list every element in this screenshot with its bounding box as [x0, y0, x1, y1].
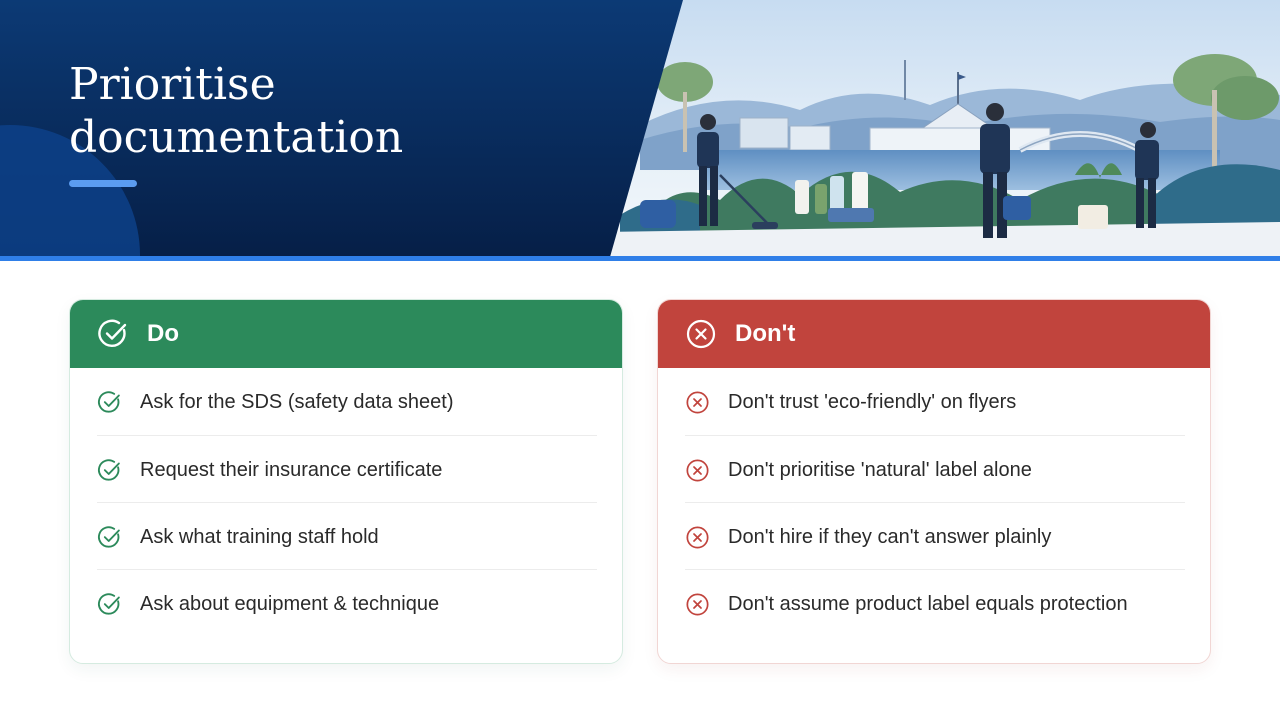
x-circle-icon — [686, 319, 716, 349]
dont-card-header: Don't — [658, 300, 1210, 368]
dont-card-heading: Don't — [735, 320, 796, 347]
dont-list-item: Don't assume product label equals protec… — [685, 569, 1185, 636]
check-circle-icon — [97, 391, 120, 413]
header-accent-line — [0, 256, 1280, 261]
do-item-text: Request their insurance certificate — [140, 459, 443, 481]
do-list-item: Request their insurance certificate — [97, 435, 597, 502]
do-item-text: Ask for the SDS (safety data sheet) — [140, 391, 454, 413]
check-circle-icon — [97, 459, 120, 481]
dont-item-text: Don't assume product label equals protec… — [728, 593, 1128, 615]
x-circle-icon — [686, 593, 709, 616]
do-card: Do Ask for the SDS (safety data sheet) R… — [69, 299, 623, 664]
page-title: Prioritise documentation — [69, 59, 404, 163]
x-circle-icon — [686, 459, 709, 482]
do-card-heading: Do — [147, 320, 179, 347]
dont-list-item: Don't hire if they can't answer plainly — [685, 502, 1185, 569]
do-card-header: Do — [70, 300, 622, 368]
check-circle-icon — [97, 526, 120, 548]
title-underline — [69, 180, 137, 187]
do-list-item: Ask what training staff hold — [97, 502, 597, 569]
dont-card: Don't Don't trust 'eco-friendly' on flye… — [657, 299, 1211, 664]
check-circle-icon — [97, 593, 120, 615]
x-circle-icon — [686, 391, 709, 414]
dont-list-item: Don't prioritise 'natural' label alone — [685, 435, 1185, 502]
check-circle-icon — [98, 319, 127, 348]
do-list-item: Ask for the SDS (safety data sheet) — [97, 368, 597, 435]
do-list-item: Ask about equipment & technique — [97, 569, 597, 636]
x-circle-icon — [686, 526, 709, 549]
dont-item-text: Don't prioritise 'natural' label alone — [728, 459, 1032, 481]
header-banner: Prioritise documentation — [0, 0, 1280, 257]
dont-list-item: Don't trust 'eco-friendly' on flyers — [685, 368, 1185, 435]
dont-item-text: Don't trust 'eco-friendly' on flyers — [728, 391, 1017, 413]
do-item-text: Ask about equipment & technique — [140, 593, 440, 615]
dont-item-text: Don't hire if they can't answer plainly — [728, 526, 1052, 548]
do-item-text: Ask what training staff hold — [140, 526, 379, 548]
